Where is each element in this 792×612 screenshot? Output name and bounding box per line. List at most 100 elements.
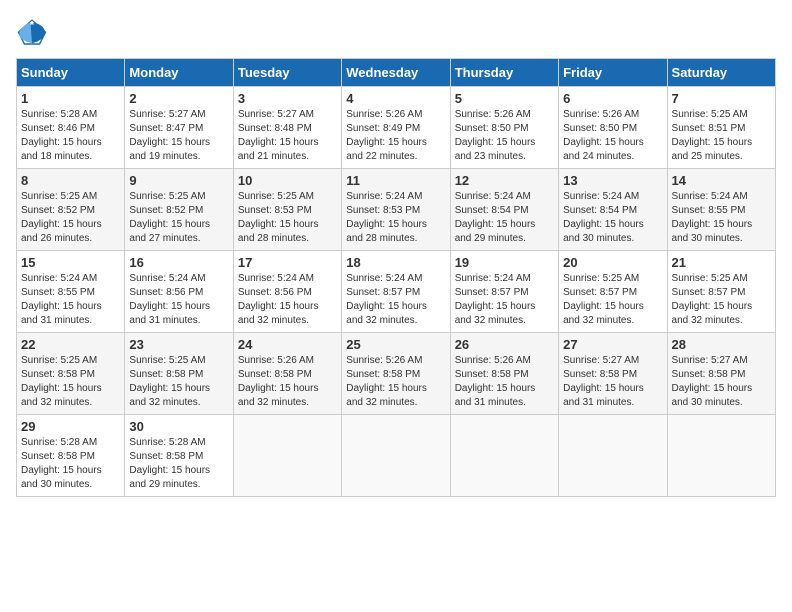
- day-number: 22: [21, 337, 120, 352]
- day-number: 14: [672, 173, 771, 188]
- day-number: 15: [21, 255, 120, 270]
- calendar-cell: 30 Sunrise: 5:28 AMSunset: 8:58 PMDaylig…: [125, 415, 233, 497]
- calendar-cell: 5 Sunrise: 5:26 AMSunset: 8:50 PMDayligh…: [450, 87, 558, 169]
- column-header-wednesday: Wednesday: [342, 59, 450, 87]
- day-detail: Sunrise: 5:24 AMSunset: 8:57 PMDaylight:…: [346, 273, 427, 326]
- day-detail: Sunrise: 5:27 AMSunset: 8:58 PMDaylight:…: [563, 355, 644, 408]
- day-number: 18: [346, 255, 445, 270]
- calendar-cell: 13 Sunrise: 5:24 AMSunset: 8:54 PMDaylig…: [559, 169, 667, 251]
- day-number: 17: [238, 255, 337, 270]
- day-number: 26: [455, 337, 554, 352]
- calendar-cell: 21 Sunrise: 5:25 AMSunset: 8:57 PMDaylig…: [667, 251, 775, 333]
- calendar-cell: 28 Sunrise: 5:27 AMSunset: 8:58 PMDaylig…: [667, 333, 775, 415]
- calendar-cell: 16 Sunrise: 5:24 AMSunset: 8:56 PMDaylig…: [125, 251, 233, 333]
- day-number: 5: [455, 91, 554, 106]
- day-number: 19: [455, 255, 554, 270]
- day-number: 23: [129, 337, 228, 352]
- day-detail: Sunrise: 5:24 AMSunset: 8:57 PMDaylight:…: [455, 273, 536, 326]
- calendar-cell: 29 Sunrise: 5:28 AMSunset: 8:58 PMDaylig…: [17, 415, 125, 497]
- day-number: 16: [129, 255, 228, 270]
- calendar-cell: [342, 415, 450, 497]
- calendar-cell: 2 Sunrise: 5:27 AMSunset: 8:47 PMDayligh…: [125, 87, 233, 169]
- day-detail: Sunrise: 5:28 AMSunset: 8:46 PMDaylight:…: [21, 109, 102, 162]
- day-detail: Sunrise: 5:24 AMSunset: 8:55 PMDaylight:…: [672, 191, 753, 244]
- day-number: 4: [346, 91, 445, 106]
- calendar-cell: 9 Sunrise: 5:25 AMSunset: 8:52 PMDayligh…: [125, 169, 233, 251]
- day-number: 6: [563, 91, 662, 106]
- day-detail: Sunrise: 5:28 AMSunset: 8:58 PMDaylight:…: [129, 437, 210, 490]
- column-header-saturday: Saturday: [667, 59, 775, 87]
- day-detail: Sunrise: 5:27 AMSunset: 8:47 PMDaylight:…: [129, 109, 210, 162]
- day-number: 8: [21, 173, 120, 188]
- calendar-cell: 1 Sunrise: 5:28 AMSunset: 8:46 PMDayligh…: [17, 87, 125, 169]
- calendar-cell: 17 Sunrise: 5:24 AMSunset: 8:56 PMDaylig…: [233, 251, 341, 333]
- day-number: 7: [672, 91, 771, 106]
- day-number: 21: [672, 255, 771, 270]
- column-header-thursday: Thursday: [450, 59, 558, 87]
- day-detail: Sunrise: 5:25 AMSunset: 8:58 PMDaylight:…: [21, 355, 102, 408]
- day-number: 12: [455, 173, 554, 188]
- calendar-cell: 25 Sunrise: 5:26 AMSunset: 8:58 PMDaylig…: [342, 333, 450, 415]
- calendar-header-row: SundayMondayTuesdayWednesdayThursdayFrid…: [17, 59, 776, 87]
- day-detail: Sunrise: 5:26 AMSunset: 8:58 PMDaylight:…: [455, 355, 536, 408]
- day-number: 30: [129, 419, 228, 434]
- calendar-cell: [559, 415, 667, 497]
- day-number: 25: [346, 337, 445, 352]
- day-detail: Sunrise: 5:24 AMSunset: 8:53 PMDaylight:…: [346, 191, 427, 244]
- day-detail: Sunrise: 5:26 AMSunset: 8:50 PMDaylight:…: [455, 109, 536, 162]
- day-number: 28: [672, 337, 771, 352]
- day-detail: Sunrise: 5:25 AMSunset: 8:52 PMDaylight:…: [21, 191, 102, 244]
- day-detail: Sunrise: 5:27 AMSunset: 8:48 PMDaylight:…: [238, 109, 319, 162]
- day-detail: Sunrise: 5:25 AMSunset: 8:51 PMDaylight:…: [672, 109, 753, 162]
- calendar-week-5: 29 Sunrise: 5:28 AMSunset: 8:58 PMDaylig…: [17, 415, 776, 497]
- day-detail: Sunrise: 5:24 AMSunset: 8:56 PMDaylight:…: [238, 273, 319, 326]
- day-detail: Sunrise: 5:24 AMSunset: 8:55 PMDaylight:…: [21, 273, 102, 326]
- day-detail: Sunrise: 5:25 AMSunset: 8:52 PMDaylight:…: [129, 191, 210, 244]
- calendar-cell: 15 Sunrise: 5:24 AMSunset: 8:55 PMDaylig…: [17, 251, 125, 333]
- day-detail: Sunrise: 5:26 AMSunset: 8:58 PMDaylight:…: [238, 355, 319, 408]
- calendar-week-3: 15 Sunrise: 5:24 AMSunset: 8:55 PMDaylig…: [17, 251, 776, 333]
- calendar-cell: 11 Sunrise: 5:24 AMSunset: 8:53 PMDaylig…: [342, 169, 450, 251]
- calendar-cell: 7 Sunrise: 5:25 AMSunset: 8:51 PMDayligh…: [667, 87, 775, 169]
- calendar-cell: 26 Sunrise: 5:26 AMSunset: 8:58 PMDaylig…: [450, 333, 558, 415]
- day-number: 20: [563, 255, 662, 270]
- day-number: 11: [346, 173, 445, 188]
- calendar-cell: 12 Sunrise: 5:24 AMSunset: 8:54 PMDaylig…: [450, 169, 558, 251]
- day-detail: Sunrise: 5:26 AMSunset: 8:49 PMDaylight:…: [346, 109, 427, 162]
- calendar-cell: 20 Sunrise: 5:25 AMSunset: 8:57 PMDaylig…: [559, 251, 667, 333]
- calendar-week-2: 8 Sunrise: 5:25 AMSunset: 8:52 PMDayligh…: [17, 169, 776, 251]
- day-detail: Sunrise: 5:27 AMSunset: 8:58 PMDaylight:…: [672, 355, 753, 408]
- calendar-cell: 18 Sunrise: 5:24 AMSunset: 8:57 PMDaylig…: [342, 251, 450, 333]
- column-header-monday: Monday: [125, 59, 233, 87]
- day-detail: Sunrise: 5:26 AMSunset: 8:58 PMDaylight:…: [346, 355, 427, 408]
- calendar-cell: 4 Sunrise: 5:26 AMSunset: 8:49 PMDayligh…: [342, 87, 450, 169]
- calendar-cell: 8 Sunrise: 5:25 AMSunset: 8:52 PMDayligh…: [17, 169, 125, 251]
- day-number: 27: [563, 337, 662, 352]
- calendar-week-4: 22 Sunrise: 5:25 AMSunset: 8:58 PMDaylig…: [17, 333, 776, 415]
- header: [16, 16, 776, 48]
- column-header-sunday: Sunday: [17, 59, 125, 87]
- calendar-cell: 24 Sunrise: 5:26 AMSunset: 8:58 PMDaylig…: [233, 333, 341, 415]
- day-detail: Sunrise: 5:24 AMSunset: 8:56 PMDaylight:…: [129, 273, 210, 326]
- calendar-cell: 19 Sunrise: 5:24 AMSunset: 8:57 PMDaylig…: [450, 251, 558, 333]
- day-number: 2: [129, 91, 228, 106]
- day-number: 24: [238, 337, 337, 352]
- day-number: 29: [21, 419, 120, 434]
- day-detail: Sunrise: 5:25 AMSunset: 8:58 PMDaylight:…: [129, 355, 210, 408]
- calendar-cell: 6 Sunrise: 5:26 AMSunset: 8:50 PMDayligh…: [559, 87, 667, 169]
- day-number: 3: [238, 91, 337, 106]
- day-detail: Sunrise: 5:24 AMSunset: 8:54 PMDaylight:…: [563, 191, 644, 244]
- day-detail: Sunrise: 5:24 AMSunset: 8:54 PMDaylight:…: [455, 191, 536, 244]
- generalblue-logo-icon: [16, 16, 48, 48]
- day-number: 10: [238, 173, 337, 188]
- day-number: 13: [563, 173, 662, 188]
- calendar-cell: 23 Sunrise: 5:25 AMSunset: 8:58 PMDaylig…: [125, 333, 233, 415]
- calendar-cell: 22 Sunrise: 5:25 AMSunset: 8:58 PMDaylig…: [17, 333, 125, 415]
- calendar-cell: 14 Sunrise: 5:24 AMSunset: 8:55 PMDaylig…: [667, 169, 775, 251]
- day-detail: Sunrise: 5:26 AMSunset: 8:50 PMDaylight:…: [563, 109, 644, 162]
- calendar-cell: 3 Sunrise: 5:27 AMSunset: 8:48 PMDayligh…: [233, 87, 341, 169]
- day-number: 9: [129, 173, 228, 188]
- column-header-friday: Friday: [559, 59, 667, 87]
- logo: [16, 16, 50, 48]
- column-header-tuesday: Tuesday: [233, 59, 341, 87]
